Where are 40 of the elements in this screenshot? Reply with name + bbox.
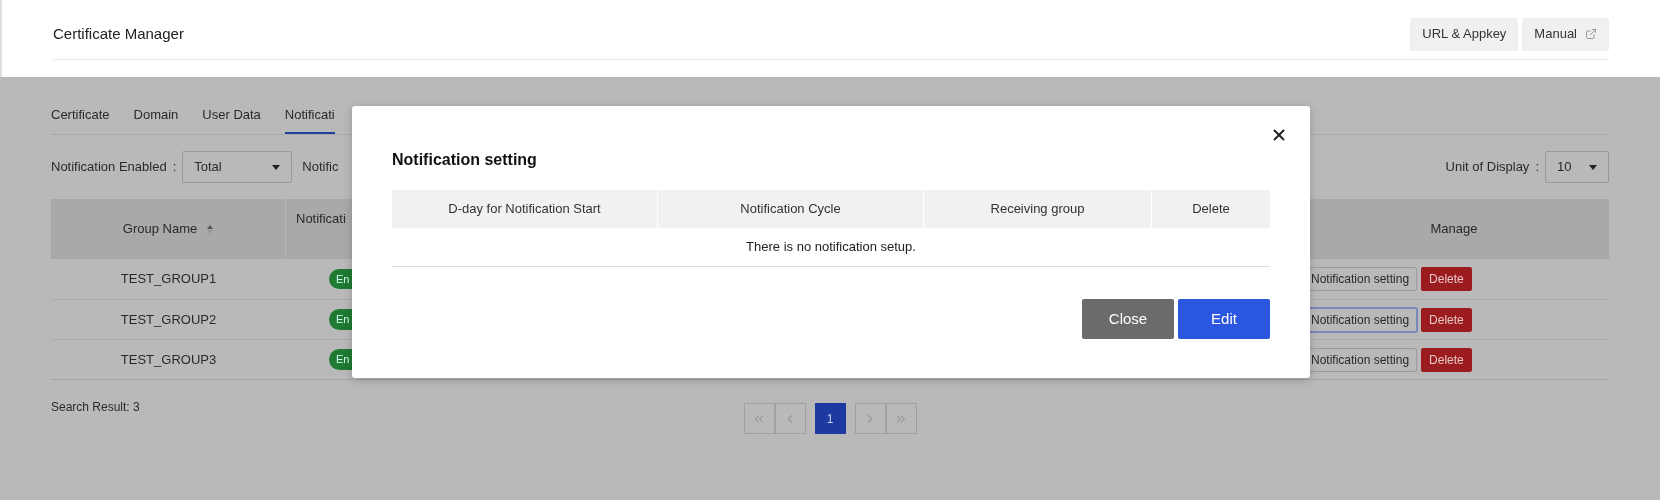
- enabled-dropdown[interactable]: Total: [182, 151, 293, 183]
- external-link-icon: [1585, 28, 1597, 40]
- column-header: Notificati: [296, 210, 346, 228]
- tab[interactable]: User Data: [202, 104, 261, 134]
- colon-text: :: [172, 158, 177, 177]
- search-result-text: Search Result: 3: [51, 398, 140, 416]
- edit-button[interactable]: Edit: [1178, 299, 1270, 339]
- tab[interactable]: Domain: [133, 104, 179, 134]
- filter-label: Notification Enabled: [51, 158, 167, 177]
- empty-message: There is no notification setup.: [746, 238, 916, 257]
- sort-icon: [207, 224, 214, 234]
- caret-icon: [272, 164, 281, 170]
- column-header: Notification Cycle: [658, 190, 923, 228]
- modal-title: Notification setting: [392, 150, 538, 170]
- url-appkey-button[interactable]: URL & Appkey: [1410, 17, 1519, 51]
- colon-text: :: [1535, 158, 1539, 177]
- status-badge: En: [329, 268, 353, 290]
- tab[interactable]: Certificate: [51, 104, 110, 134]
- unit-label: Unit of Display: [1445, 158, 1530, 177]
- column-header: Receiving group: [924, 190, 1151, 228]
- unit-dropdown[interactable]: 10: [1545, 151, 1609, 183]
- filter-label: Notific: [302, 158, 339, 177]
- table-cell-text: TEST_GROUP3: [119, 350, 218, 369]
- column-header: D-day for Notification Start: [392, 190, 657, 228]
- delete-button[interactable]: Delete: [1421, 307, 1472, 332]
- caret-icon: [1589, 164, 1597, 170]
- table-cell-text: TEST_GROUP2: [119, 310, 218, 329]
- manual-button[interactable]: Manual: [1522, 17, 1609, 51]
- tab[interactable]: Notificati: [284, 104, 335, 134]
- sortable-column-header[interactable]: Group Name: [122, 219, 214, 239]
- status-badge: En: [329, 309, 353, 330]
- column-header: Manage: [1430, 220, 1478, 239]
- column-header: Delete: [1152, 190, 1270, 228]
- delete-button[interactable]: Delete: [1421, 267, 1472, 291]
- close-button[interactable]: Close: [1082, 299, 1174, 339]
- delete-button[interactable]: Delete: [1421, 347, 1472, 372]
- page-button[interactable]: 1: [814, 403, 846, 434]
- status-badge: En: [329, 349, 353, 370]
- table-cell-text: TEST_GROUP1: [119, 270, 218, 289]
- page-title: Certificate Manager: [53, 23, 184, 44]
